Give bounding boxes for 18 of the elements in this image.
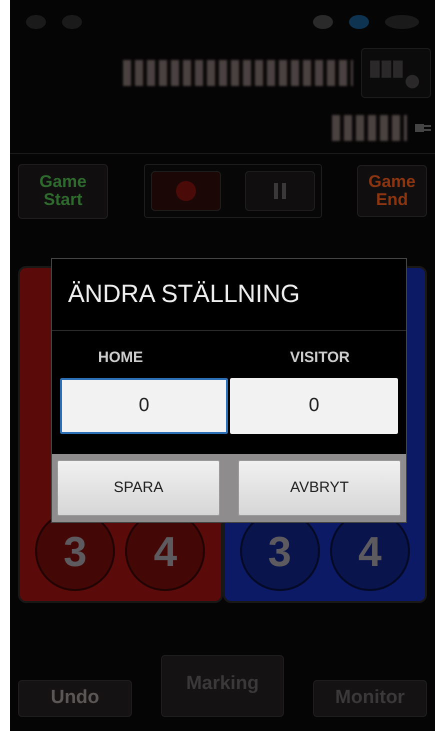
dialog-title: ÄNDRA STÄLLNING — [52, 259, 406, 331]
record-button[interactable] — [150, 171, 220, 211]
record-icon — [176, 181, 196, 201]
dialog-button[interactable]: SPARA — [57, 460, 220, 516]
pause-button[interactable] — [244, 171, 314, 211]
status-icon — [349, 14, 369, 28]
field-label: HOME — [97, 348, 144, 368]
plug-icon — [415, 121, 431, 135]
game-start-button[interactable]: Game Start — [18, 164, 108, 218]
score-input[interactable]: 0 — [230, 378, 398, 434]
dialog-button[interactable]: AVBRYT — [238, 460, 401, 516]
game-end-button[interactable]: Game End — [357, 165, 427, 217]
field-label: VISITOR — [289, 348, 351, 368]
pause-icon — [274, 183, 286, 199]
score-input[interactable]: 0 — [60, 378, 228, 434]
counter-settings-icon[interactable] — [361, 48, 431, 98]
toolbar-button[interactable]: Undo — [18, 680, 132, 717]
status-icon — [313, 14, 333, 28]
